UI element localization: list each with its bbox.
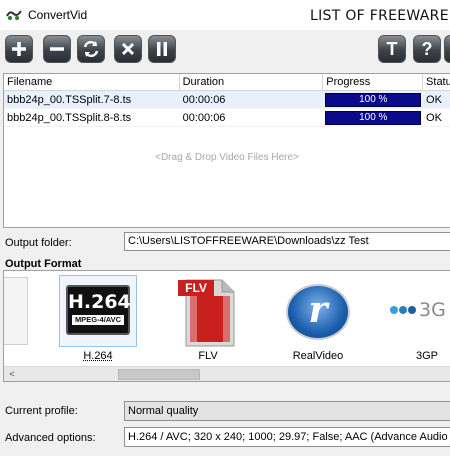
- format-h264[interactable]: H.264 MPEG-4/AVC: [59, 275, 137, 347]
- remove-button[interactable]: [43, 35, 71, 63]
- convert-icon: [81, 39, 101, 59]
- file-name: bbb24p_00.TSSplit.8-8.ts: [4, 112, 180, 124]
- pause-button[interactable]: [148, 35, 176, 63]
- convertvid-logo-icon: [6, 7, 22, 23]
- title-bar: ConvertVid LIST OF FREEWARE: [0, 0, 450, 30]
- scroll-left-icon[interactable]: <: [6, 368, 18, 380]
- column-status[interactable]: Status: [423, 74, 450, 90]
- pause-icon: [155, 41, 169, 57]
- h264-logo-sub: MPEG-4/AVC: [72, 315, 124, 325]
- column-duration[interactable]: Duration: [180, 74, 324, 90]
- format-item-partial[interactable]: [3, 277, 28, 345]
- settings-icon: T: [387, 39, 398, 60]
- output-folder-input[interactable]: C:\Users\LISTOFFREEWARE\Downloads\zz Tes…: [124, 232, 450, 251]
- convertvid-window: ConvertVid LIST OF FREEWARE T ? Filename…: [0, 0, 450, 456]
- cancel-icon: [120, 41, 136, 57]
- file-list[interactable]: Filename Duration Progress Status bbb24p…: [3, 73, 450, 228]
- file-status: OK: [423, 112, 450, 124]
- format-gallery: H.264 MPEG-4/AVC H.264 FLV FLV r RealVid…: [3, 270, 450, 382]
- advanced-options-label: Advanced options:: [5, 432, 96, 444]
- toolbar-overflow-button[interactable]: [444, 35, 450, 63]
- advanced-options-field[interactable]: H.264 / AVC; 320 x 240; 1000; 29.97; Fal…: [124, 427, 450, 447]
- format-scrollbar[interactable]: <: [4, 366, 450, 381]
- current-profile-select[interactable]: Normal quality: [124, 401, 450, 421]
- add-icon: [10, 40, 28, 58]
- help-button[interactable]: ?: [413, 35, 441, 63]
- h264-logo-icon: H.264 MPEG-4/AVC: [66, 285, 130, 335]
- help-icon: ?: [422, 39, 433, 60]
- format-realvideo[interactable]: r: [279, 275, 357, 347]
- realvideo-logo-icon: r: [286, 284, 350, 340]
- output-format-heading: Output Format: [5, 258, 81, 270]
- 3gp-logo-text: 3G: [419, 299, 446, 321]
- current-profile-label: Current profile:: [5, 405, 78, 417]
- format-flv-label: FLV: [169, 350, 247, 362]
- file-row[interactable]: bbb24p_00.TSSplit.8-8.ts 00:00:06 100 % …: [4, 109, 450, 127]
- file-duration: 00:00:06: [180, 94, 324, 106]
- add-button[interactable]: [5, 35, 33, 63]
- 3gp-logo-icon: 3G: [390, 298, 450, 322]
- file-progress-cell: 100 %: [323, 111, 423, 125]
- window-title: ConvertVid: [28, 8, 87, 22]
- file-list-header: Filename Duration Progress Status: [4, 74, 450, 91]
- output-folder-label: Output folder:: [5, 237, 72, 249]
- format-flv[interactable]: FLV: [169, 275, 247, 347]
- file-progress-cell: 100 %: [323, 93, 423, 107]
- settings-button[interactable]: T: [378, 35, 406, 63]
- file-duration: 00:00:06: [180, 112, 324, 124]
- h264-logo-main: H.264: [68, 291, 128, 313]
- flv-logo-text: FLV: [180, 281, 212, 295]
- file-name: bbb24p_00.TSSplit.7-8.ts: [4, 94, 180, 106]
- scrollbar-thumb[interactable]: [118, 369, 200, 380]
- file-progress-bar: 100 %: [325, 93, 421, 107]
- toolbar: T ?: [0, 30, 450, 72]
- cancel-button[interactable]: [114, 35, 142, 63]
- watermark-text: LIST OF FREEWARE: [310, 8, 449, 24]
- file-status: OK: [423, 94, 450, 106]
- format-3gp[interactable]: 3G: [387, 275, 450, 347]
- format-realvideo-label: RealVideo: [279, 350, 357, 362]
- remove-icon: [48, 40, 66, 58]
- realvideo-logo-letter: r: [288, 286, 348, 334]
- drop-zone-hint: <Drag & Drop Video Files Here>: [4, 152, 450, 163]
- file-row[interactable]: bbb24p_00.TSSplit.7-8.ts 00:00:06 100 % …: [4, 91, 450, 109]
- convert-button[interactable]: [77, 35, 105, 63]
- column-progress[interactable]: Progress: [323, 74, 423, 90]
- format-3gp-label: 3GP: [387, 350, 450, 362]
- format-h264-label: H.264: [59, 350, 137, 362]
- file-progress-bar: 100 %: [325, 111, 421, 125]
- column-filename[interactable]: Filename: [4, 74, 180, 90]
